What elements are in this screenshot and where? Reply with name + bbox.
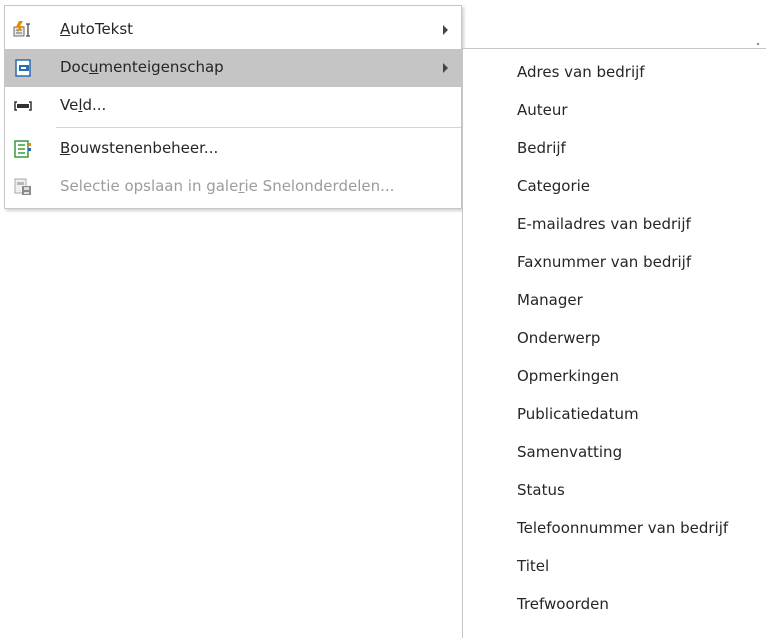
submenu-item-samenvatting[interactable]: Samenvatting (463, 434, 766, 472)
building-blocks-organizer-icon (13, 139, 33, 159)
document-property-submenu: Adres van bedrijf Auteur Bedrijf Categor… (462, 48, 766, 638)
menu-item-selectie-opslaan: Selectie opslaan in galerie Snelonderdel… (5, 168, 461, 206)
menu-item-documenteigenschap[interactable]: Documenteigenschap (5, 49, 461, 87)
submenu-item-label: Faxnummer van bedrijf (517, 253, 692, 271)
submenu-item-auteur[interactable]: Auteur (463, 92, 766, 130)
submenu-item-publicatiedatum[interactable]: Publicatiedatum (463, 396, 766, 434)
submenu-item-categorie[interactable]: Categorie (463, 168, 766, 206)
submenu-item-status[interactable]: Status (463, 472, 766, 510)
submenu-item-label: Samenvatting (517, 443, 623, 461)
submenu-item-label: E-mailadres van bedrijf (517, 215, 691, 233)
menu-separator (56, 127, 461, 128)
submenu-item-e-mailadres-van-bedrijf[interactable]: E-mailadres van bedrijf (463, 206, 766, 244)
menu-item-label: Selectie opslaan in galerie Snelonderdel… (60, 177, 395, 195)
menu-item-label: Veld... (60, 96, 107, 114)
menu-item-bouwstenenbeheer[interactable]: Bouwstenenbeheer... (5, 130, 461, 168)
submenu-item-trefwoorden[interactable]: Trefwoorden (463, 586, 766, 624)
quick-parts-menu: AutoTekst Documenteigenschap Veld... Bou… (4, 5, 462, 209)
submenu-item-telefoonnummer-van-bedrijf[interactable]: Telefoonnummer van bedrijf (463, 510, 766, 548)
save-selection-gallery-icon (13, 177, 33, 197)
submenu-item-label: Adres van bedrijf (517, 63, 645, 81)
submenu-item-label: Trefwoorden (517, 595, 609, 613)
submenu-item-label: Telefoonnummer van bedrijf (517, 519, 729, 537)
menu-item-label: Documenteigenschap (60, 58, 224, 76)
menu-item-autotekst[interactable]: AutoTekst (5, 11, 461, 49)
submenu-item-label: Titel (517, 557, 550, 575)
submenu-item-onderwerp[interactable]: Onderwerp (463, 320, 766, 358)
submenu-item-manager[interactable]: Manager (463, 282, 766, 320)
document-property-icon (13, 58, 33, 78)
submenu-item-titel[interactable]: Titel (463, 548, 766, 586)
submenu-item-label: Opmerkingen (517, 367, 619, 385)
submenu-item-label: Manager (517, 291, 583, 309)
autotext-icon (13, 20, 33, 40)
submenu-item-label: Publicatiedatum (517, 405, 639, 423)
menu-item-label: Bouwstenenbeheer... (60, 139, 219, 157)
submenu-item-adres-van-bedrijf[interactable]: Adres van bedrijf (463, 54, 766, 92)
submenu-item-opmerkingen[interactable]: Opmerkingen (463, 358, 766, 396)
submenu-arrow-icon (443, 25, 448, 35)
menu-item-veld[interactable]: Veld... (5, 87, 461, 125)
field-icon (13, 96, 33, 116)
submenu-item-label: Onderwerp (517, 329, 601, 347)
submenu-item-label: Auteur (517, 101, 568, 119)
submenu-item-label: Bedrijf (517, 139, 566, 157)
submenu-arrow-icon (443, 63, 448, 73)
submenu-item-faxnummer-van-bedrijf[interactable]: Faxnummer van bedrijf (463, 244, 766, 282)
menu-item-label: AutoTekst (60, 20, 134, 38)
submenu-item-label: Status (517, 481, 565, 499)
background-artifact (757, 43, 759, 45)
submenu-item-label: Categorie (517, 177, 591, 195)
submenu-item-bedrijf[interactable]: Bedrijf (463, 130, 766, 168)
